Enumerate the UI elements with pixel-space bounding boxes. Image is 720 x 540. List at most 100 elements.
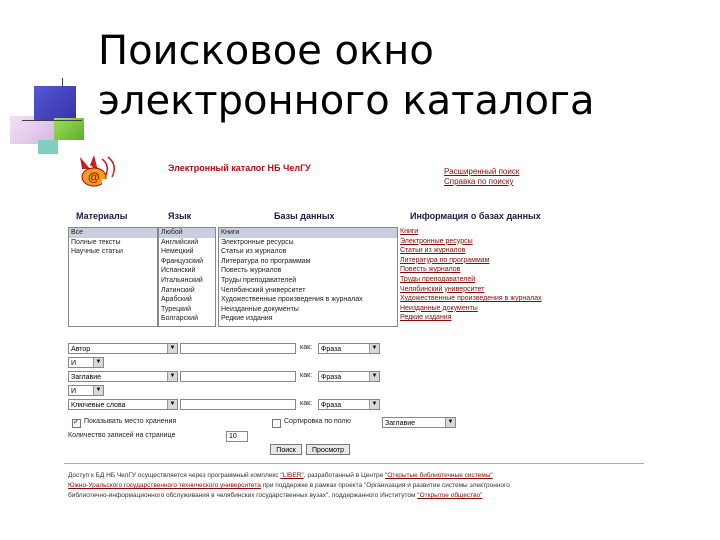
db-info-link[interactable]: Редкие издания [400,313,542,323]
list-item[interactable]: Литература по программам [219,257,397,267]
chevron-down-icon: ▼ [167,344,177,353]
search-help-link[interactable]: Справка по поиску [444,177,513,186]
db-info-link[interactable]: Неизданные документы [400,304,542,314]
chevron-down-icon: ▼ [93,358,103,367]
mode-select-3[interactable]: Фраза ▼ [318,399,380,410]
databases-list[interactable]: Книги Электронные ресурсы Статьи из журн… [218,227,398,327]
list-item[interactable]: Болгарский [159,314,215,324]
db-info-link[interactable]: Литература по программам [400,256,542,266]
how-label: как: [300,400,313,407]
records-per-page-input[interactable]: 10 [226,431,248,442]
list-item[interactable]: Книги [219,228,397,238]
search-button[interactable]: Поиск [270,444,302,455]
liber-link[interactable]: "LIBER" [280,472,303,479]
slide-title: Поисковое окно электронного каталога [98,26,594,126]
list-item[interactable]: Научные статьи [69,247,157,257]
field-select-3[interactable]: Ключевые слова ▼ [68,399,178,410]
sort-label: Сортировка по полю [284,418,351,425]
advanced-search-link[interactable]: Расширенный поиск [444,167,519,176]
operator-value: И [71,388,77,395]
footer-text-span: при поддержке в рамках проекта "Организа… [260,482,510,489]
list-item[interactable]: Английский [159,238,215,248]
decor-blue-square [34,86,76,120]
slide-title-line-1: Поисковое окно [98,28,434,74]
list-item[interactable]: Статьи из журналов [219,247,397,257]
catalog-screenshot: @ Электронный каталог НБ ЧелГУ Расширенн… [64,143,644,511]
search-term-input-3[interactable] [180,399,296,410]
field-select-2[interactable]: Заглавие ▼ [68,371,178,382]
how-label: как: [300,344,313,351]
list-item[interactable]: Французский [159,257,215,267]
open-library-systems-link[interactable]: "Открытые библиотечные системы" [385,472,493,479]
list-item[interactable]: Редкие издания [219,314,397,324]
footer-text: Доступ к БД НБ ЧелГУ осуществляется чере… [68,471,638,501]
footer-text-span: , разработанный в Центре [303,472,386,479]
db-info-link[interactable]: Художественные произведения в журналах [400,294,542,304]
db-info-link[interactable]: Электронные ресурсы [400,237,542,247]
field-select-value: Автор [71,346,91,353]
open-society-link[interactable]: "Открытое общество" [417,492,482,499]
db-info-links: Книги Электронные ресурсы Статьи из журн… [400,227,542,323]
sort-checkbox[interactable] [272,419,281,428]
list-item[interactable]: Все [69,228,157,238]
list-item[interactable]: Арабский [159,295,215,305]
list-item[interactable]: Электронные ресурсы [219,238,397,248]
decor-green-square [54,118,84,140]
list-item[interactable]: Труды преподавателей [219,276,397,286]
chevron-down-icon: ▼ [167,400,177,409]
db-info-link[interactable]: Труды преподавателей [400,275,542,285]
db-info-link[interactable]: Повесть журналов [400,265,542,275]
operator-select-2[interactable]: И ▼ [68,385,104,396]
sort-field-value: Заглавие [385,420,416,427]
footer-divider [64,463,644,464]
sort-field-select[interactable]: Заглавие ▼ [382,417,456,428]
show-location-label: Показывать место хранения [84,418,177,425]
list-item[interactable]: Художественные произведения в журналах [219,295,397,305]
list-item[interactable]: Латинский [159,286,215,296]
footer-text-span: библиотечно-информационного обслуживания… [68,492,418,499]
materials-header: Материалы [76,211,128,221]
footer-line-1: Доступ к БД НБ ЧелГУ осуществляется чере… [68,471,638,481]
list-item[interactable]: Повесть журналов [219,266,397,276]
list-item[interactable]: Полные тексты [69,238,157,248]
db-info-link[interactable]: Челябинский университет [400,285,542,295]
footer-line-3: библиотечно-информационного обслуживания… [68,491,638,501]
how-label: как: [300,372,313,379]
operator-value: И [71,360,77,367]
list-item[interactable]: Турецкий [159,305,215,315]
operator-select-1[interactable]: И ▼ [68,357,104,368]
show-location-checkbox[interactable] [72,418,81,428]
catalog-title: Электронный каталог НБ ЧелГУ [168,163,311,173]
list-item[interactable]: Любой [159,228,215,238]
db-info-link[interactable]: Книги [400,227,542,237]
footer-line-2: Южно-Уральского государственного техниче… [68,481,638,491]
records-per-page-label: Количество записей на странице [68,432,176,439]
mode-select-1[interactable]: Фраза ▼ [318,343,380,354]
chevron-down-icon: ▼ [369,344,379,353]
list-item[interactable]: Испанский [159,266,215,276]
susu-link[interactable]: Южно-Уральского государственного техниче… [68,482,261,489]
list-item[interactable]: Немецкий [159,247,215,257]
slide-title-line-2: электронного каталога [98,78,595,124]
list-item[interactable]: Неизданные документы [219,305,397,315]
field-select-1[interactable]: Автор ▼ [68,343,178,354]
field-select-value: Заглавие [71,374,102,381]
library-logo: @ [80,155,126,187]
field-select-value: Ключевые слова [71,402,126,409]
db-info-header: Информация о базах данных [410,211,541,221]
mode-select-value: Фраза [321,346,342,353]
svg-text:@: @ [88,170,100,184]
chevron-down-icon: ▼ [445,418,455,427]
language-list[interactable]: Любой Английский Немецкий Французский Ис… [158,227,216,327]
chevron-down-icon: ▼ [167,372,177,381]
decor-horizontal-line [22,120,82,121]
chevron-down-icon: ▼ [369,372,379,381]
search-term-input-2[interactable] [180,371,296,382]
list-item[interactable]: Итальянский [159,276,215,286]
materials-list[interactable]: Все Полные тексты Научные статьи [68,227,158,327]
list-item[interactable]: Челябинский университет [219,286,397,296]
search-term-input-1[interactable] [180,343,296,354]
mode-select-2[interactable]: Фраза ▼ [318,371,380,382]
view-button[interactable]: Просмотр [306,444,350,455]
db-info-link[interactable]: Статьи из журналов [400,246,542,256]
